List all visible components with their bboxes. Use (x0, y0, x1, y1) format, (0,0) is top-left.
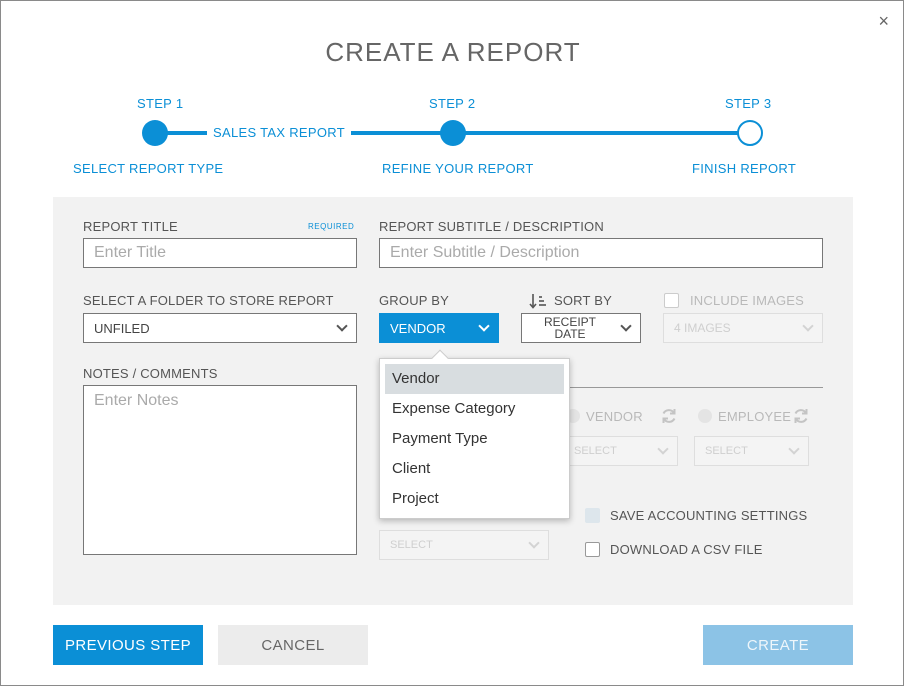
step-2-desc: REFINE YOUR REPORT (382, 161, 534, 176)
group-by-value: VENDOR (390, 320, 446, 336)
step-2-label: STEP 2 (429, 96, 476, 111)
section-divider (561, 387, 823, 388)
group-by-select[interactable]: VENDOR (379, 313, 499, 343)
save-accounting-checkbox[interactable] (585, 508, 600, 523)
employee-select-value: SELECT (705, 445, 748, 457)
include-images-checkbox[interactable] (664, 293, 679, 308)
dropdown-option-expense-category[interactable]: Expense Category (385, 394, 564, 424)
employee-radio[interactable] (698, 409, 712, 423)
step-3-dot (737, 120, 763, 146)
accounting-select-value: SELECT (390, 539, 433, 551)
refresh-icon[interactable] (792, 407, 810, 425)
dropdown-option-payment-type[interactable]: Payment Type (385, 424, 564, 454)
group-by-dropdown: Vendor Expense Category Payment Type Cli… (379, 349, 570, 519)
accounting-select[interactable]: SELECT (379, 530, 549, 560)
notes-label: NOTES / COMMENTS (83, 366, 218, 381)
folder-select-value: UNFILED (94, 320, 150, 336)
step-1-dot[interactable] (142, 120, 168, 146)
step-2-dot[interactable] (440, 120, 466, 146)
modal-title: CREATE A REPORT (325, 37, 581, 67)
folder-label: SELECT A FOLDER TO STORE REPORT (83, 293, 334, 308)
sort-by-select[interactable]: RECEIPT DATE (521, 313, 641, 343)
chevron-down-icon (788, 443, 800, 455)
subtitle-input[interactable]: Enter Subtitle / Description (379, 238, 823, 268)
refresh-icon[interactable] (660, 407, 678, 425)
vendor-radio-label: VENDOR (586, 409, 643, 424)
chevron-down-icon (478, 320, 490, 332)
cancel-button[interactable]: CANCEL (218, 625, 368, 665)
dropdown-option-client[interactable]: Client (385, 454, 564, 484)
vendor-select[interactable]: SELECT (563, 436, 678, 466)
vendor-select-value: SELECT (574, 445, 617, 457)
step-3-desc: FINISH REPORT (692, 161, 797, 176)
dropdown-option-vendor[interactable]: Vendor (385, 364, 564, 394)
subtitle-label: REPORT SUBTITLE / DESCRIPTION (379, 219, 604, 234)
folder-select[interactable]: UNFILED (83, 313, 357, 343)
chevron-down-icon (528, 537, 540, 549)
report-title-input[interactable]: Enter Title (83, 238, 357, 268)
employee-radio-label: EMPLOYEE (718, 409, 792, 424)
include-images-label: INCLUDE IMAGES (690, 293, 805, 308)
images-select-value: 4 IMAGES (674, 321, 731, 335)
chevron-down-icon (802, 320, 814, 332)
report-title-label: REPORT TITLE (83, 219, 178, 234)
employee-select[interactable]: SELECT (694, 436, 809, 466)
step-3-label: STEP 3 (725, 96, 772, 111)
chevron-down-icon (620, 320, 632, 332)
chevron-down-icon (657, 443, 669, 455)
previous-step-button[interactable]: PREVIOUS STEP (53, 625, 203, 665)
close-icon[interactable]: × (878, 11, 889, 32)
step-1-desc: SELECT REPORT TYPE (73, 161, 224, 176)
save-accounting-label: SAVE ACCOUNTING SETTINGS (610, 508, 808, 523)
images-select[interactable]: 4 IMAGES (663, 313, 823, 343)
create-report-modal: × CREATE A REPORT STEP 1 STEP 2 STEP 3 S… (0, 0, 904, 686)
report-type-label: SALES TAX REPORT (207, 125, 351, 140)
step-1-label: STEP 1 (137, 96, 184, 111)
download-csv-checkbox[interactable] (585, 542, 600, 557)
sort-icon (529, 294, 546, 309)
download-csv-label: DOWNLOAD A CSV FILE (610, 542, 763, 557)
required-badge: REQUIRED (308, 222, 355, 231)
notes-textarea[interactable]: Enter Notes (83, 385, 357, 555)
dropdown-option-project[interactable]: Project (385, 484, 564, 514)
create-button[interactable]: CREATE (703, 625, 853, 665)
chevron-down-icon (336, 320, 348, 332)
sort-by-label: SORT BY (554, 293, 612, 308)
group-by-label: GROUP BY (379, 293, 449, 308)
sort-by-value: RECEIPT DATE (544, 315, 597, 341)
